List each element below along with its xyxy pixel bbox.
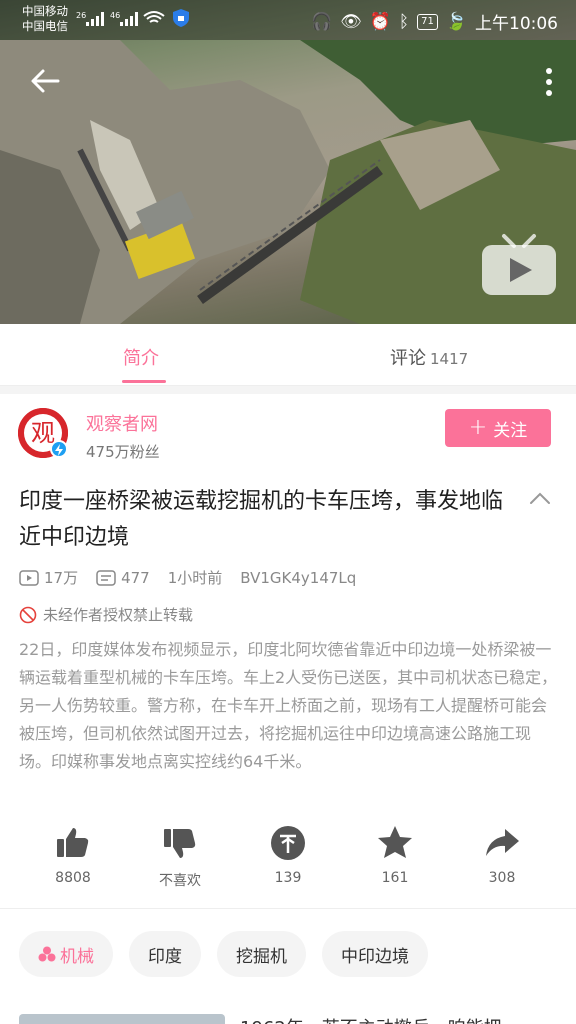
tag-item[interactable]: 挖掘机 (217, 931, 306, 977)
tab-comments-label: 评论 (390, 348, 426, 369)
thumbs-down-icon (164, 829, 196, 858)
tab-intro[interactable]: 简介 (123, 344, 159, 370)
divider (0, 908, 576, 909)
favorite-count: 161 (381, 870, 409, 886)
eye-icon: 👁 (340, 11, 362, 32)
leaf-icon: 🍃 (445, 11, 467, 32)
tag-label: 机械 (60, 946, 94, 967)
coin-count: 139 (274, 870, 302, 886)
tab-underline (122, 380, 166, 383)
tag-label: 印度 (148, 946, 182, 967)
like-button[interactable]: 8808 (28, 824, 118, 886)
shield-icon (173, 9, 189, 27)
alarm-icon: ⏰ (369, 11, 391, 32)
battery-indicator: 71 (417, 13, 438, 30)
author-name[interactable]: 观察者网 (86, 410, 158, 436)
danmaku-count: 477 (121, 568, 150, 587)
star-icon (378, 826, 412, 858)
danmaku-icon (96, 569, 116, 586)
favorite-button[interactable]: 161 (350, 824, 440, 886)
tab-intro-label: 简介 (123, 348, 159, 369)
tab-comments[interactable]: 评论 1417 (390, 344, 468, 370)
follow-label: 关注 (493, 420, 528, 441)
dislike-label: 不喜欢 (159, 873, 201, 889)
bilibili-tv-play-icon[interactable] (480, 232, 558, 298)
action-bar: 8808 不喜欢 139 161 308 (0, 824, 576, 894)
arrow-left-icon[interactable] (28, 64, 62, 98)
section-gap (0, 386, 576, 394)
danmaku-stat: 477 (96, 569, 150, 587)
verified-badge-icon (50, 440, 68, 458)
dislike-button[interactable]: 不喜欢 (135, 824, 225, 890)
tag-label: 挖掘机 (236, 946, 287, 967)
plus-icon: + (468, 415, 488, 440)
views-stat: 17万 (19, 567, 78, 588)
tag-item[interactable]: 印度 (129, 931, 201, 977)
video-title: 印度一座桥梁被运载挖掘机的卡车压垮，事发地临近中印边境 (19, 489, 504, 550)
net-2-label: 46 (110, 11, 120, 20)
bluetooth-icon: ᛒ (398, 11, 410, 32)
share-count: 308 (488, 870, 516, 886)
carrier-1: 中国移动 (22, 4, 68, 18)
tab-bar: 简介 评论 1417 (0, 324, 576, 386)
more-vertical-icon[interactable] (544, 66, 554, 98)
tag-item[interactable]: 中印边境 (322, 931, 428, 977)
recommend-thumbnail[interactable] (19, 1014, 225, 1024)
notice-text: 未经作者授权禁止转载 (43, 606, 194, 624)
comments-count: 1417 (430, 350, 469, 368)
forbidden-icon (19, 606, 37, 623)
tag-list: 机械 印度 挖掘机 中印边境 (19, 931, 428, 977)
coin-button[interactable]: 139 (243, 824, 333, 886)
share-button[interactable]: 308 (457, 824, 547, 886)
channel-icon (38, 946, 56, 962)
tag-item[interactable]: 机械 (19, 931, 113, 977)
carrier-2: 中国电信 (22, 19, 68, 33)
net-1-label: 26 (76, 11, 86, 20)
thumbs-up-icon (57, 828, 89, 857)
follow-button[interactable]: + 关注 (445, 409, 551, 447)
video-description: 22日，印度媒体发布视频显示，印度北阿坎德省靠近中印边境一处桥梁被一辆运载着重型… (19, 640, 558, 771)
like-count: 8808 (55, 870, 91, 886)
status-right: 🎧 👁 ⏰ ᛒ 71 🍃 上午10:06 (310, 9, 558, 35)
headphones-icon: 🎧 (310, 11, 333, 32)
play-count-icon (19, 569, 39, 586)
bvid: BV1GK4y147Lq (240, 568, 357, 587)
coin-icon (271, 826, 305, 860)
share-icon (486, 829, 519, 856)
repost-notice: 未经作者授权禁止转载 (19, 604, 193, 625)
recommend-title[interactable]: 1962年，若不主动撤兵，咱能把 (240, 1014, 502, 1024)
chevron-up-icon[interactable] (528, 490, 552, 506)
carrier-labels: 中国移动 中国电信 (22, 4, 68, 34)
video-meta: 17万 477 1小时前 BV1GK4y147Lq (19, 567, 374, 588)
author-fans: 475万粉丝 (86, 443, 160, 461)
signal-icons: 26 46 (76, 11, 165, 26)
tag-label: 中印边境 (341, 946, 409, 967)
time-ago: 1小时前 (167, 569, 223, 587)
status-bar: 中国移动 中国电信 26 46 🎧 👁 ⏰ ᛒ 71 🍃 上午10:06 (0, 0, 576, 38)
views-count: 17万 (44, 569, 79, 587)
status-time: 上午10:06 (475, 14, 558, 34)
video-player[interactable] (0, 0, 576, 324)
